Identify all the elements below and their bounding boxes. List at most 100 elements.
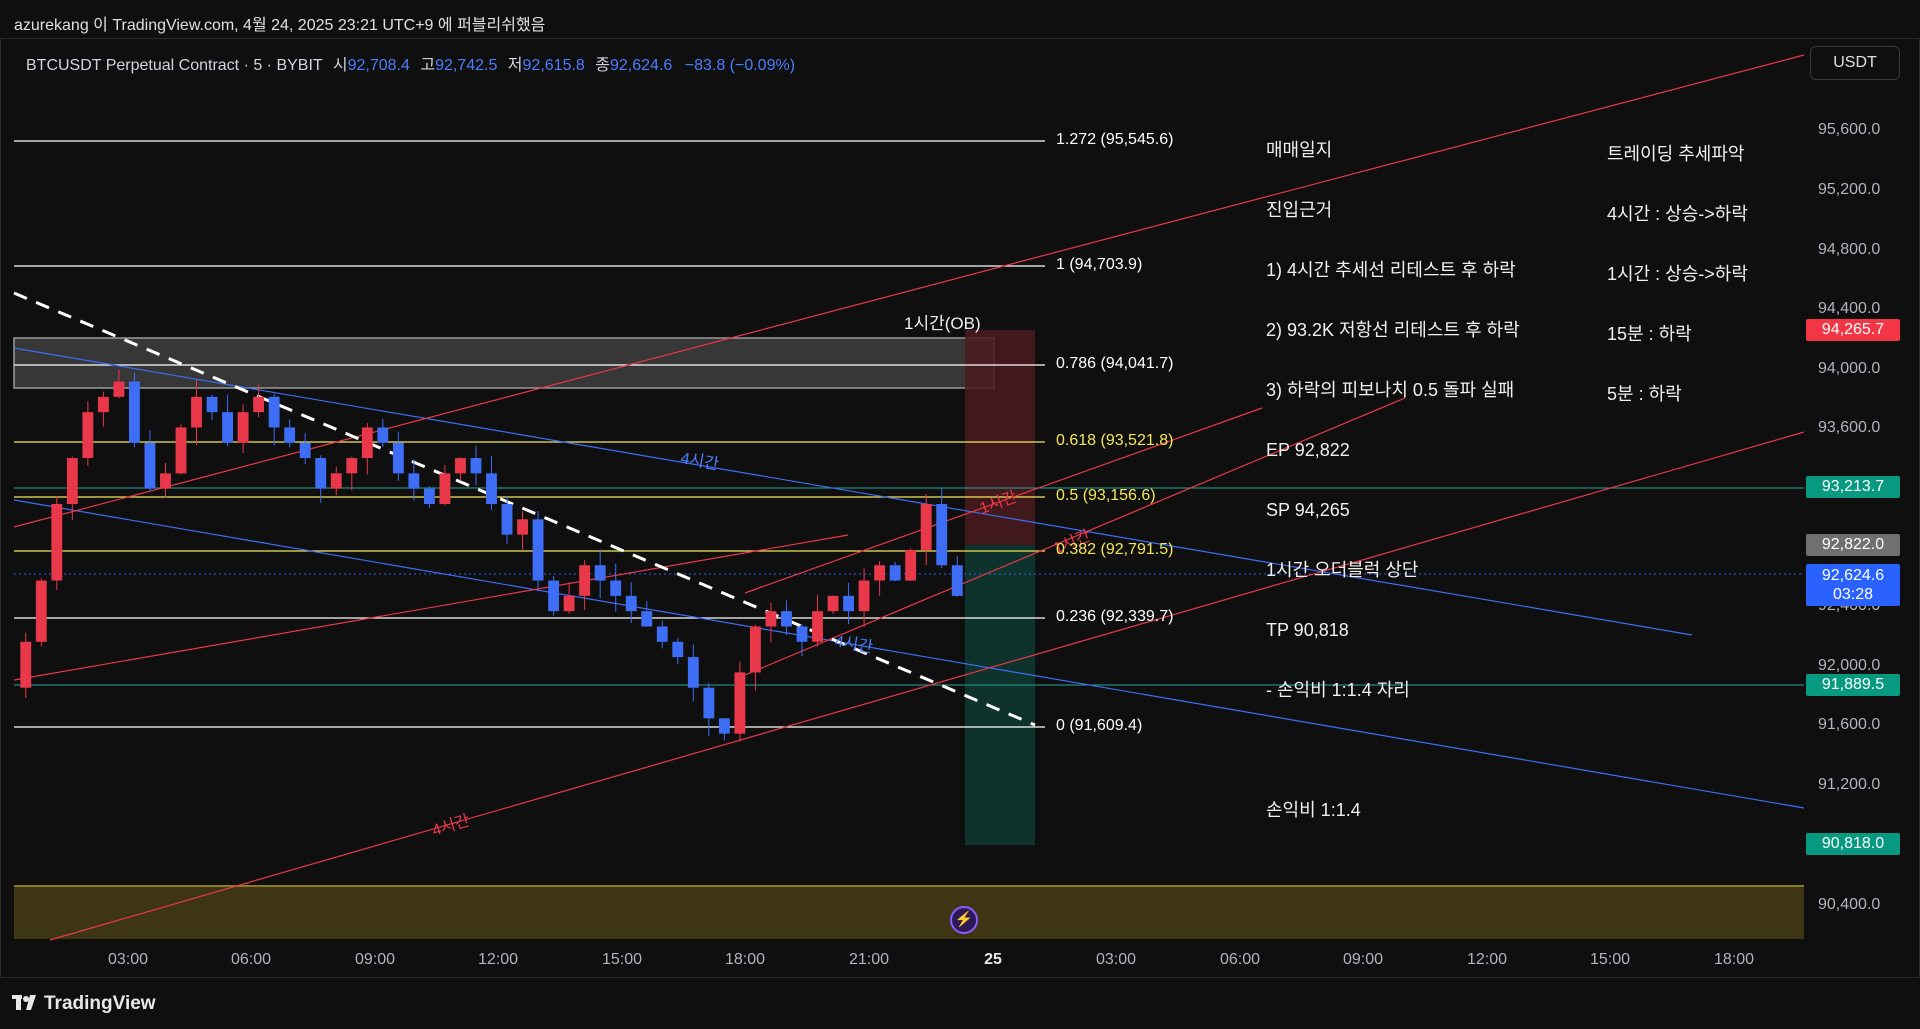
trend-4h-red-upper — [13, 54, 1805, 528]
journal-line: TP 90,818 — [1266, 620, 1349, 640]
symbol-legend[interactable]: BTCUSDT Perpetual Contract · 5 · BYBIT 시… — [26, 51, 795, 75]
candle-body — [920, 504, 932, 550]
y-tick: 95,200.0 — [1818, 181, 1881, 198]
trend-line: 트레이딩 추세파악 — [1607, 144, 1745, 164]
price-tag-last: 92,624.6 03:28 — [1806, 564, 1900, 606]
candle-body — [129, 381, 140, 443]
close-label: 종 — [595, 57, 610, 74]
x-tick: 15:00 — [1589, 951, 1631, 968]
candle-body — [703, 687, 715, 719]
x-tick: 18:00 — [1713, 951, 1755, 968]
journal-line: 손익비 1:1.4 — [1266, 800, 1361, 820]
candle-body — [408, 473, 420, 489]
x-tick: 09:00 — [354, 951, 396, 968]
candle-body — [222, 412, 234, 443]
y-tick: 91,200.0 — [1818, 776, 1881, 793]
change-value: −83.8 (−0.09%) — [684, 57, 796, 74]
bottom-band — [14, 886, 1804, 939]
candle-body — [97, 396, 109, 413]
candle-body — [579, 565, 591, 596]
label-4h-blue-b: 4시간 — [833, 632, 874, 656]
trend-line: 15분 : 하락 — [1607, 324, 1692, 344]
fib-lines — [14, 140, 1045, 728]
candle-body — [951, 565, 963, 596]
candle-body — [206, 396, 218, 413]
candle-body — [563, 595, 575, 612]
journal-line: 3) 하락의 피보나치 0.5 돌파 실패 — [1266, 380, 1515, 400]
ob-zone — [13, 337, 995, 389]
last-price-value: 92,624.6 — [1821, 567, 1885, 584]
candles — [20, 369, 963, 742]
candle-body — [66, 458, 78, 504]
price-tag-support: 91,889.5 — [1806, 674, 1900, 696]
candle-body — [253, 396, 265, 413]
candle-body — [455, 458, 466, 474]
y-tick: 94,800.0 — [1818, 241, 1881, 258]
candle-body — [113, 381, 125, 397]
candle-body — [439, 473, 451, 504]
x-tick: 21:00 — [848, 951, 890, 968]
candle-body — [781, 611, 792, 627]
y-tick: 95,600.0 — [1818, 121, 1881, 138]
candle-body — [749, 626, 761, 673]
candle-body — [548, 580, 560, 612]
candle-body — [874, 565, 886, 581]
candle-body — [486, 473, 497, 504]
journal-line — [1266, 740, 1520, 760]
candle-body — [656, 626, 668, 642]
candle-body — [361, 427, 373, 459]
candle-body — [905, 549, 917, 581]
high-label: 고 — [420, 57, 436, 74]
close-value: 92,624.6 — [610, 57, 673, 74]
candle-body — [641, 611, 653, 627]
trade-journal-note: 매매일지 진입근거 1) 4시간 추세선 리테스트 후 하락 2) 93.2K … — [1266, 100, 1520, 840]
candle-body — [672, 641, 684, 658]
candle-body — [82, 412, 94, 459]
candle-body — [734, 672, 746, 734]
x-tick: 03:00 — [1095, 951, 1137, 968]
journal-line: 1시간 오더블럭 상단 — [1266, 560, 1419, 580]
y-tick: 93,600.0 — [1818, 419, 1881, 436]
candle-body — [765, 611, 777, 627]
tradingview-brand[interactable]: TradingView — [44, 993, 156, 1015]
journal-line: - 손익비 1:1.4 자리 — [1266, 680, 1410, 700]
x-tick: 12:00 — [1466, 951, 1508, 968]
candle-body — [346, 458, 358, 474]
candle-body — [827, 595, 839, 612]
fib-label-1: 1 (94,703.9) — [1056, 256, 1143, 273]
candle-body — [796, 626, 808, 642]
label-ob: 1시간(OB) — [904, 314, 981, 333]
trend-red-inner — [13, 534, 849, 681]
candle-body — [299, 442, 311, 459]
price-tag-target: 90,818.0 — [1806, 833, 1900, 855]
candle-body — [377, 427, 389, 443]
candle-body — [517, 519, 528, 535]
candle-body — [610, 580, 622, 596]
candle-body — [812, 611, 823, 642]
candle-body — [625, 595, 637, 612]
candle-body — [392, 442, 404, 474]
x-tick: 03:00 — [107, 951, 149, 968]
trend-line: 1시간 : 상승->하락 — [1607, 264, 1748, 284]
fib-label-1272: 1.272 (95,545.6) — [1056, 131, 1174, 148]
trend-line: 5분 : 하락 — [1607, 384, 1682, 404]
y-tick: 94,000.0 — [1818, 360, 1881, 377]
candle-body — [718, 718, 730, 734]
candle-body — [889, 565, 901, 581]
last-price-countdown: 03:28 — [1832, 586, 1874, 603]
candle-body — [20, 641, 32, 688]
journal-line: 진입근거 — [1266, 200, 1333, 220]
currency-button[interactable]: USDT — [1810, 46, 1900, 80]
x-tick: 06:00 — [230, 951, 272, 968]
take-profit-zone — [965, 545, 1035, 845]
x-tick: 09:00 — [1342, 951, 1384, 968]
tradingview-logo-icon[interactable] — [12, 995, 40, 1011]
x-tick-day: 25 — [984, 951, 1002, 968]
x-tick: 15:00 — [601, 951, 643, 968]
trend-note: 트레이딩 추세파악 4시간 : 상승->하락 1시간 : 상승->하락 15분 … — [1607, 104, 1748, 424]
flash-icon[interactable]: ⚡ — [950, 906, 978, 934]
low-value: 92,615.8 — [522, 57, 585, 74]
price-tag-resistance: 93,213.7 — [1806, 476, 1900, 498]
journal-line: 매매일지 — [1266, 140, 1333, 160]
price-tag-entry: 92,822.0 — [1806, 534, 1900, 556]
